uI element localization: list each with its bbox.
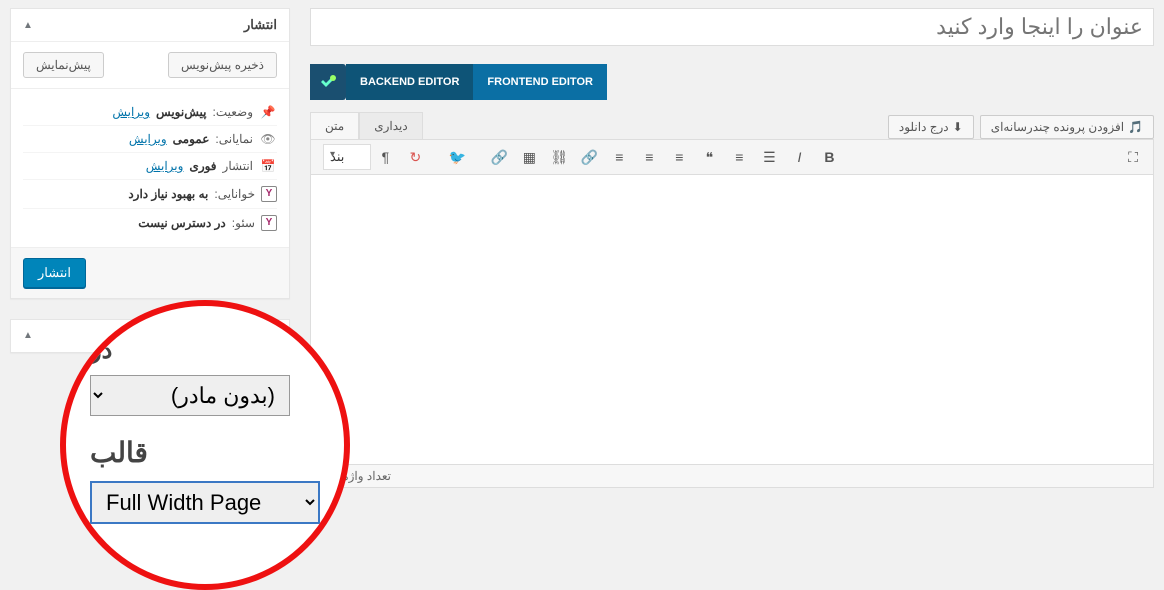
fullscreen-icon[interactable]: ⛶ — [1119, 144, 1147, 170]
tab-visual[interactable]: دیداری — [359, 112, 423, 139]
insert-download-button[interactable]: ⬇درج دانلود — [888, 115, 974, 139]
post-title-input[interactable] — [310, 8, 1154, 46]
panel-toggle-icon[interactable]: ▲ — [23, 330, 33, 341]
bold-icon[interactable]: B — [815, 144, 843, 170]
download-icon: ⬇ — [953, 120, 963, 134]
frontend-editor-button[interactable]: FRONTEND EDITOR — [473, 64, 607, 100]
align-left-icon[interactable]: ≡ — [605, 144, 633, 170]
number-list-icon[interactable]: ≡ — [725, 144, 753, 170]
publish-button[interactable]: انتشار — [23, 258, 86, 288]
yoast-readability-icon: Y — [261, 186, 277, 202]
unlink-icon[interactable]: ⛓ — [545, 144, 573, 170]
twitter-icon[interactable]: 🐦 — [443, 144, 471, 170]
save-draft-button[interactable]: ذخیره پیش‌نویس — [168, 52, 277, 78]
parent-page-select[interactable]: (بدون مادر) — [90, 375, 290, 416]
edit-status-link[interactable]: ویرایش — [112, 105, 150, 119]
visual-composer-icon — [310, 64, 346, 100]
insert-link-icon[interactable]: 🔗 — [485, 144, 513, 170]
italic-icon[interactable]: I — [785, 144, 813, 170]
editor-content-area[interactable] — [310, 175, 1154, 465]
attributes-panel-collapsed: ▲ — [10, 319, 290, 353]
preview-button[interactable]: پیش‌نمایش — [23, 52, 104, 78]
tab-text[interactable]: متن — [310, 112, 359, 139]
backend-editor-button[interactable]: BACKEND EDITOR — [346, 64, 473, 100]
revisions-icon[interactable]: ↻ — [401, 144, 429, 170]
paragraph-icon[interactable]: ¶ — [371, 144, 399, 170]
panel-toggle-icon[interactable]: ▲ — [23, 20, 33, 31]
eye-icon: 👁 — [259, 132, 277, 146]
yoast-seo-icon: Y — [261, 215, 277, 231]
align-center-icon[interactable]: ≡ — [635, 144, 663, 170]
calendar-icon: 📅 — [259, 159, 277, 173]
block-format-select[interactable]: بند — [323, 144, 371, 170]
editor-toolbar: بند B I ☰ ≡ ❝ ≡ ≡ ≡ 🔗 ⛓ ▦ 🔗 🐦 ↻ ¶ — [310, 139, 1154, 175]
publish-panel: انتشار ▲ ذخیره پیش‌نویس پیش‌نمایش 📌 وضعی… — [10, 8, 290, 299]
link-icon[interactable]: 🔗 — [575, 144, 603, 170]
template-select[interactable]: Full Width Page — [90, 481, 320, 524]
add-media-button[interactable]: 🎵افزودن پرونده چندرسانه‌ای — [980, 115, 1154, 139]
more-icon[interactable]: ▦ — [515, 144, 543, 170]
edit-visibility-link[interactable]: ویرایش — [129, 132, 167, 146]
publish-panel-title: انتشار — [244, 17, 277, 33]
pin-icon: 📌 — [259, 105, 277, 119]
bullet-list-icon[interactable]: ☰ — [755, 144, 783, 170]
edit-schedule-link[interactable]: ویرایش — [146, 159, 184, 173]
word-count: تعداد واژه‌ها: 0 — [310, 465, 1154, 488]
media-icon: 🎵 — [1128, 120, 1143, 134]
quote-icon[interactable]: ❝ — [695, 144, 723, 170]
align-right-icon[interactable]: ≡ — [665, 144, 693, 170]
